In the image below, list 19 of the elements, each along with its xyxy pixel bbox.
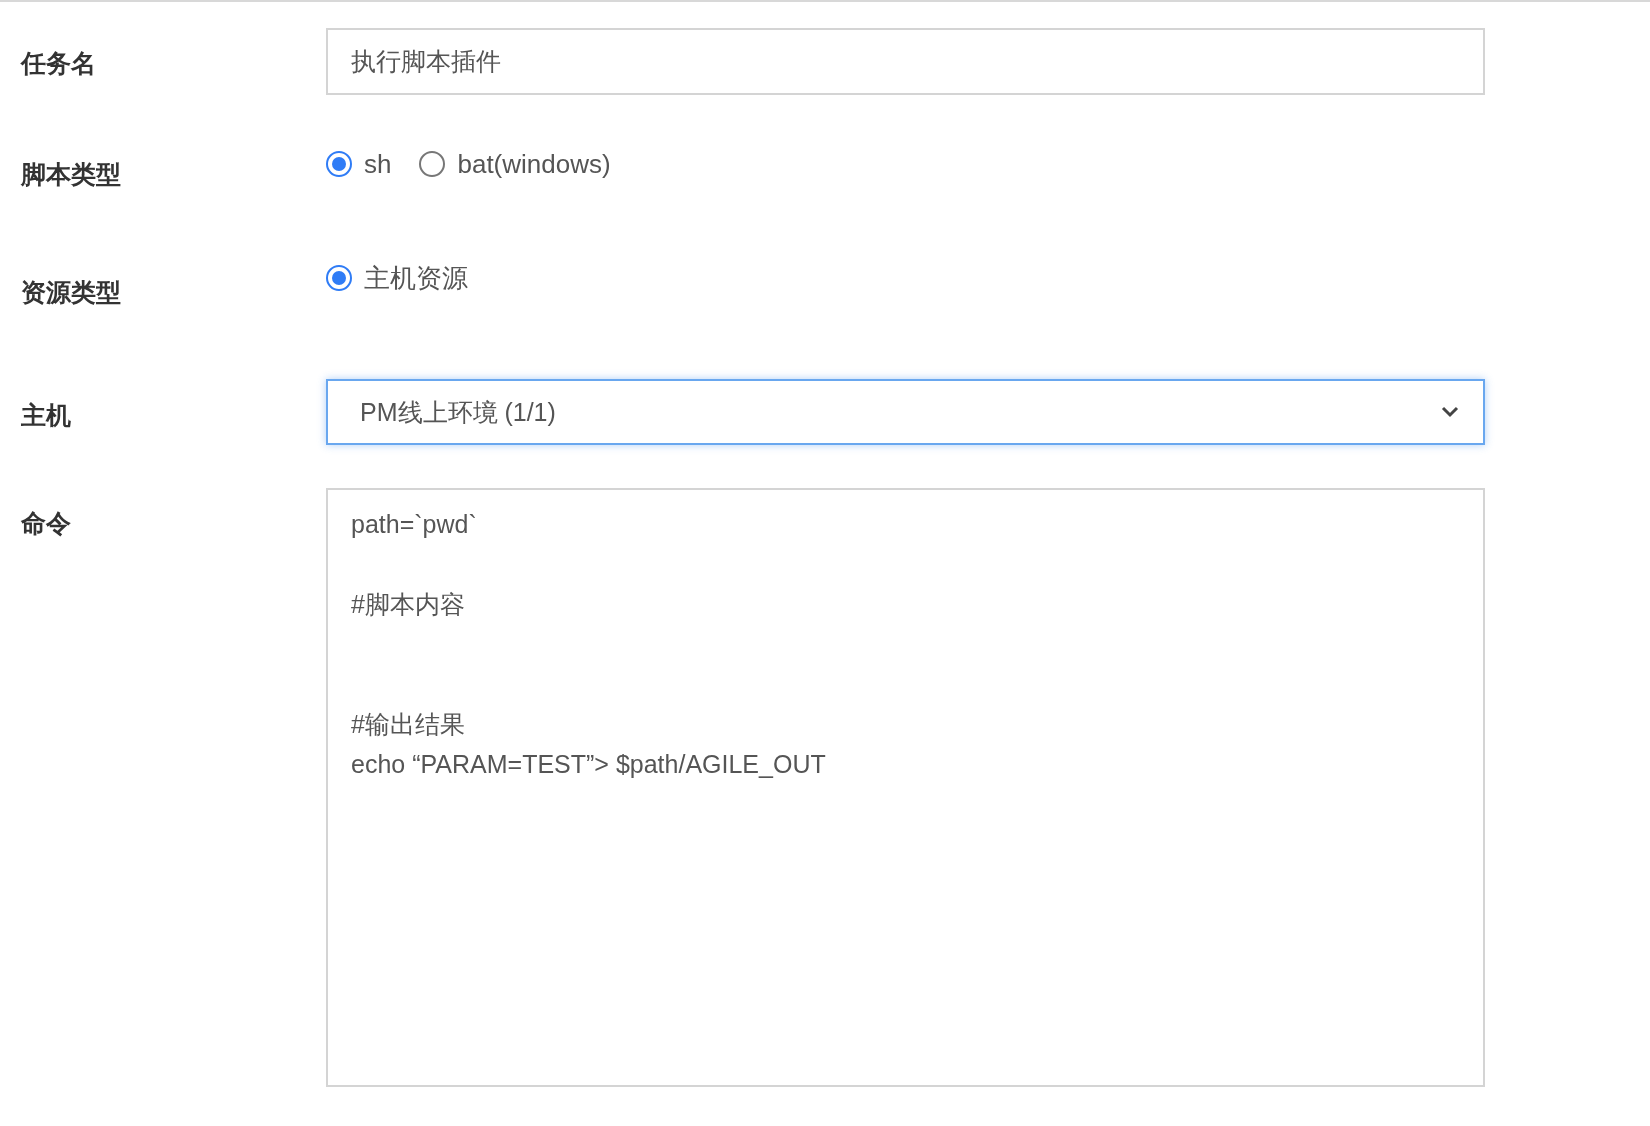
field-label: 任务名 bbox=[19, 48, 97, 79]
task-name-field[interactable]: 执行脚本插件 bbox=[326, 28, 1485, 95]
radio-icon[interactable] bbox=[326, 151, 352, 177]
select-value: PM线上环境 (1/1) bbox=[360, 396, 556, 428]
option-label: bat(windows) bbox=[457, 148, 611, 180]
field-label: 资源类型 bbox=[20, 277, 122, 307]
field-label: 主机 bbox=[20, 400, 72, 431]
radio-option[interactable]: 主机资源 bbox=[326, 260, 468, 296]
option-label: 主机资源 bbox=[364, 261, 468, 295]
command-field[interactable]: path=`pwd` #脚本内容 #输出结果 echo “PARAM=TEST”> $path/AGILE_OUT bbox=[326, 488, 1485, 1087]
radio-icon[interactable] bbox=[326, 265, 352, 291]
radio-icon[interactable] bbox=[419, 151, 446, 177]
field-label: 脚本类型 bbox=[20, 159, 122, 189]
radio-option[interactable]: sh bbox=[326, 148, 392, 180]
field-label: 命令 bbox=[20, 508, 72, 539]
radio-option[interactable]: bat(windows) bbox=[419, 148, 611, 180]
option-label: sh bbox=[364, 148, 392, 180]
chevron-down-icon bbox=[1441, 406, 1459, 418]
host-select[interactable]: PM线上环境 (1/1) bbox=[326, 379, 1485, 445]
